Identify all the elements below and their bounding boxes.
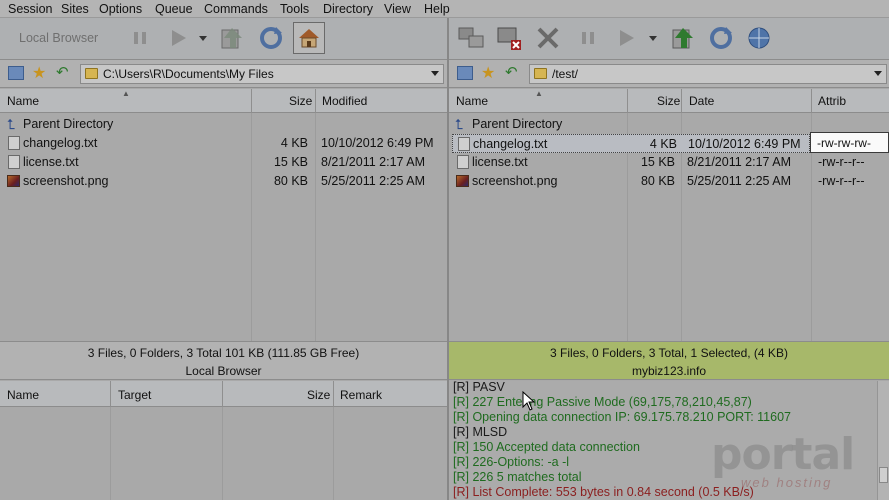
back-icon[interactable]: ↶ bbox=[505, 63, 518, 81]
log-line: [R] 150 Accepted data connection bbox=[453, 440, 640, 454]
menu-options[interactable]: Options bbox=[99, 2, 142, 16]
text-file-icon bbox=[458, 137, 470, 151]
menu-bar: Session Sites Options Queue Commands Too… bbox=[0, 0, 889, 18]
watermark-brand: portal bbox=[711, 429, 855, 480]
queue-panel: Name Target Size Remark bbox=[0, 381, 447, 500]
chevron-down-icon[interactable] bbox=[431, 71, 439, 76]
parent-directory-icon: ⮤ bbox=[455, 116, 464, 132]
text-file-icon bbox=[8, 136, 20, 150]
col-name[interactable]: Name bbox=[7, 388, 39, 402]
image-file-icon bbox=[456, 175, 469, 187]
local-path-text: C:\Users\R\Documents\My Files bbox=[103, 67, 274, 81]
pause-icon[interactable] bbox=[572, 22, 604, 54]
transfer-icon[interactable] bbox=[216, 22, 248, 54]
log-line: [R] Opening data connection IP: 69.175.7… bbox=[453, 410, 791, 424]
table-row-selected[interactable]: changelog.txt 4 KB 10/10/2012 6:49 PM bbox=[452, 134, 810, 153]
col-modified[interactable]: Modified bbox=[322, 94, 367, 108]
log-line: [R] List Complete: 553 bytes in 0.84 sec… bbox=[453, 485, 754, 499]
log-line: [R] 226 5 matches total bbox=[453, 470, 582, 484]
log-panel: [R] PASV [R] 227 Entering Passive Mode (… bbox=[449, 381, 878, 500]
globe-icon[interactable] bbox=[743, 22, 775, 54]
col-name[interactable]: Name bbox=[7, 94, 39, 108]
col-size[interactable]: Size bbox=[289, 94, 312, 108]
play-icon[interactable] bbox=[610, 22, 642, 54]
attrib-edit-field[interactable]: -rw-rw-rw- bbox=[810, 132, 889, 153]
tree-icon[interactable] bbox=[457, 66, 473, 80]
transfer-icon[interactable] bbox=[667, 22, 699, 54]
list-item[interactable]: screenshot.png 80 KB 5/25/2011 2:25 AM -… bbox=[449, 172, 889, 191]
local-path-bar: ★ ↶ C:\Users\R\Documents\My Files bbox=[0, 60, 447, 88]
disconnect-icon[interactable] bbox=[493, 22, 525, 54]
local-file-list: ⮤ Parent Directory changelog.txt 4 KB 10… bbox=[0, 113, 447, 341]
play-dropdown-icon[interactable] bbox=[196, 22, 210, 54]
sort-asc-icon: ▲ bbox=[122, 89, 130, 98]
remote-status-summary: 3 Files, 0 Folders, 3 Total, 1 Selected,… bbox=[550, 346, 788, 360]
remote-status-label: mybiz123.info bbox=[631, 364, 707, 378]
image-file-icon bbox=[7, 175, 20, 187]
folder-icon bbox=[85, 68, 98, 79]
bookmark-star-icon[interactable]: ★ bbox=[32, 63, 46, 83]
menu-view[interactable]: View bbox=[384, 2, 411, 16]
list-item[interactable]: license.txt 15 KB 8/21/2011 2:17 AM -rw-… bbox=[449, 153, 889, 172]
col-target[interactable]: Target bbox=[118, 388, 151, 402]
bookmark-star-icon[interactable]: ★ bbox=[481, 63, 495, 83]
remote-toolbar bbox=[449, 18, 889, 60]
local-toolbar: Local Browser bbox=[0, 18, 447, 60]
menu-session[interactable]: Session bbox=[8, 2, 52, 16]
back-icon[interactable]: ↶ bbox=[56, 63, 69, 81]
menu-help[interactable]: Help bbox=[424, 2, 450, 16]
refresh-icon[interactable] bbox=[255, 22, 287, 54]
menu-sites[interactable]: Sites bbox=[61, 2, 89, 16]
list-item[interactable]: changelog.txt 4 KB 10/10/2012 6:49 PM bbox=[0, 134, 447, 153]
remote-file-list: ⮤ Parent Directory changelog.txt 4 KB 10… bbox=[449, 113, 889, 341]
play-icon[interactable] bbox=[162, 22, 194, 54]
log-line: [R] 226-Options: -a -l bbox=[453, 455, 570, 469]
refresh-icon[interactable] bbox=[705, 22, 737, 54]
col-size[interactable]: Size bbox=[657, 94, 680, 108]
local-list-header: Name ▲ Size Modified bbox=[0, 89, 447, 113]
remote-path-text: /test/ bbox=[552, 67, 579, 81]
list-item[interactable]: license.txt 15 KB 8/21/2011 2:17 AM bbox=[0, 153, 447, 172]
sort-asc-icon: ▲ bbox=[535, 89, 543, 98]
remote-status-bar: 3 Files, 0 Folders, 3 Total, 1 Selected,… bbox=[449, 341, 889, 380]
text-file-icon bbox=[457, 155, 469, 169]
parent-directory-icon: ⮤ bbox=[7, 116, 16, 132]
remote-list-header: Name ▲ Size Date Attrib bbox=[449, 89, 889, 113]
list-item[interactable]: screenshot.png 80 KB 5/25/2011 2:25 AM bbox=[0, 172, 447, 191]
menu-tools[interactable]: Tools bbox=[280, 2, 309, 16]
col-date[interactable]: Date bbox=[689, 94, 714, 108]
menu-directory[interactable]: Directory bbox=[323, 2, 373, 16]
play-dropdown-icon[interactable] bbox=[646, 22, 660, 54]
text-file-icon bbox=[8, 155, 20, 169]
col-size[interactable]: Size bbox=[307, 388, 330, 402]
log-line: [R] MLSD bbox=[453, 425, 508, 439]
local-status-bar: 3 Files, 0 Folders, 3 Total 101 KB (111.… bbox=[0, 341, 447, 380]
abort-icon[interactable] bbox=[532, 22, 564, 54]
col-remark[interactable]: Remark bbox=[340, 388, 382, 402]
list-item[interactable]: ⮤ Parent Directory bbox=[0, 115, 447, 134]
queue-header: Name Target Size Remark bbox=[0, 381, 447, 407]
chevron-down-icon[interactable] bbox=[874, 71, 882, 76]
connect-icon[interactable] bbox=[455, 22, 487, 54]
local-status-summary: 3 Files, 0 Folders, 3 Total 101 KB (111.… bbox=[87, 346, 360, 360]
col-name[interactable]: Name bbox=[456, 94, 488, 108]
folder-icon bbox=[534, 68, 547, 79]
log-line: [R] 227 Entering Passive Mode (69,175,78… bbox=[453, 395, 752, 409]
col-attrib[interactable]: Attrib bbox=[818, 94, 846, 108]
tree-icon[interactable] bbox=[8, 66, 24, 80]
menu-queue[interactable]: Queue bbox=[155, 2, 193, 16]
home-icon[interactable] bbox=[293, 22, 325, 54]
log-line: [R] PASV bbox=[453, 381, 505, 394]
remote-path-combo[interactable]: /test/ bbox=[529, 64, 887, 84]
menu-commands[interactable]: Commands bbox=[204, 2, 268, 16]
local-status-label: Local Browser bbox=[185, 364, 262, 378]
mouse-cursor-icon bbox=[522, 390, 536, 414]
log-scrollbar[interactable] bbox=[877, 381, 889, 500]
pane-divider[interactable] bbox=[447, 18, 449, 500]
local-browser-button[interactable]: Local Browser bbox=[19, 31, 98, 45]
remote-path-bar: ★ ↶ /test/ bbox=[449, 60, 889, 88]
watermark-sub: web hosting bbox=[741, 475, 833, 490]
pause-icon[interactable] bbox=[124, 22, 156, 54]
local-path-combo[interactable]: C:\Users\R\Documents\My Files bbox=[80, 64, 444, 84]
